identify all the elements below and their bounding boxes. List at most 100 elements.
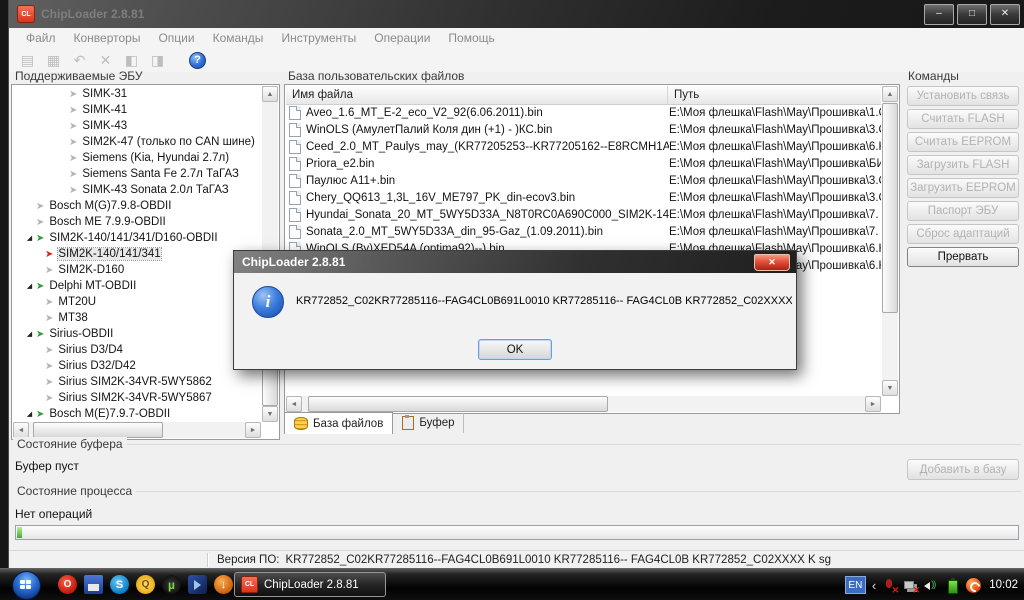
media-player-icon[interactable]: [188, 575, 207, 594]
opera-icon[interactable]: [58, 575, 77, 594]
tree-expander-icon[interactable]: ◢: [23, 234, 36, 242]
tree-item[interactable]: ➤SIM2K-D160: [13, 262, 261, 278]
scroll-left-arrow[interactable]: ◄: [13, 422, 29, 438]
scroll-up-arrow[interactable]: ▲: [882, 86, 898, 102]
tree-item[interactable]: ➤SIMK-43: [13, 118, 261, 134]
scroll-right-arrow[interactable]: ►: [865, 396, 881, 412]
table-row[interactable]: Priora_e2.binE:\Моя флешка\Flash\May\Про…: [286, 155, 881, 172]
menu-item[interactable]: Инструменты: [272, 31, 365, 45]
scroll-right-arrow[interactable]: ►: [245, 422, 261, 438]
download-manager-icon[interactable]: [214, 575, 233, 594]
command-button[interactable]: Установить связь: [907, 86, 1019, 106]
tree-expander-icon[interactable]: ◢: [23, 410, 36, 418]
scroll-down-arrow[interactable]: ▼: [262, 406, 278, 422]
write-chip-icon[interactable]: [149, 52, 166, 69]
minimize-button[interactable]: [924, 4, 954, 25]
tree-item-label: SIMK-43: [82, 120, 127, 132]
tree-item[interactable]: ➤Sirius SIM2K-34VR-5WY5867: [13, 390, 261, 406]
tree-expander-icon[interactable]: ◢: [23, 282, 36, 290]
menu-item[interactable]: Опции: [149, 31, 203, 45]
column-header-path[interactable]: Путь: [668, 86, 881, 104]
tree-item[interactable]: ➤Sirius D3/D4: [13, 342, 261, 358]
undo-icon[interactable]: [71, 52, 88, 69]
floppy-icon[interactable]: [84, 575, 103, 594]
tree-item[interactable]: ➤SIM2K-140/141/341: [13, 246, 261, 262]
tree-item[interactable]: ◢➤Bosch M(E)7.9.7-OBDII: [13, 406, 261, 421]
ok-button[interactable]: OK: [478, 339, 552, 360]
scrollbar-thumb[interactable]: [308, 396, 608, 412]
table-row[interactable]: Chery_QQ613_1,3L_16V_ME797_PK_din-ecov3.…: [286, 189, 881, 206]
tree-item[interactable]: ➤MT38: [13, 310, 261, 326]
column-header-name[interactable]: Имя файла: [286, 86, 668, 104]
table-row[interactable]: Aveo_1.6_MT_E-2_eco_V2_92(6.06.2011).bin…: [286, 104, 881, 121]
tree-item[interactable]: ➤Siemens (Kia, Hyundai 2.7л): [13, 150, 261, 166]
command-button[interactable]: Считать FLASH: [907, 109, 1019, 129]
tree-item-label: Sirius SIM2K-34VR-5WY5867: [58, 392, 211, 404]
scroll-down-arrow[interactable]: ▼: [882, 380, 898, 396]
tree-item[interactable]: ◢➤Sirius-OBDII: [13, 326, 261, 342]
read-chip-icon[interactable]: [123, 52, 140, 69]
table-row[interactable]: Паулюс А11+.binE:\Моя флешка\Flash\May\П…: [286, 172, 881, 189]
menu-item[interactable]: Помощь: [439, 31, 503, 45]
table-row[interactable]: Sonata_2.0_MT_5WY5D33A_din_95-Gaz_(1.09.…: [286, 223, 881, 240]
menu-item[interactable]: Операции: [365, 31, 439, 45]
files-vertical-scrollbar[interactable]: ▲ ▼: [882, 86, 898, 396]
tree-item[interactable]: ➤Siemens Santa Fe 2.7л ТаГАЗ: [13, 166, 261, 182]
tree-item[interactable]: ➤SIM2K-47 (только по CAN шине): [13, 134, 261, 150]
volume-icon[interactable]: [924, 578, 939, 593]
command-button[interactable]: Загрузить FLASH: [907, 155, 1019, 175]
tree-item[interactable]: ◢➤Delphi MT-OBDII: [13, 278, 261, 294]
tree-item[interactable]: ➤Bosch ME 7.9.9-OBDII: [13, 214, 261, 230]
start-button[interactable]: [12, 571, 41, 600]
network-disconnected-icon[interactable]: [903, 578, 918, 593]
antivirus-icon[interactable]: [966, 578, 981, 593]
scrollbar-thumb[interactable]: [33, 422, 163, 438]
menu-item[interactable]: Команды: [204, 31, 273, 45]
tree-item[interactable]: ➤Bosch M(G)7.9.8-OBDII: [13, 198, 261, 214]
skype-icon[interactable]: [110, 575, 129, 594]
help-icon[interactable]: [189, 52, 206, 69]
open-icon[interactable]: [19, 52, 36, 69]
command-button[interactable]: Считать EEPROM: [907, 132, 1019, 152]
tree-horizontal-scrollbar[interactable]: ◄ ►: [13, 422, 261, 438]
save-icon[interactable]: [45, 52, 62, 69]
tab-inactive[interactable]: Буфер: [393, 413, 464, 433]
battery-icon[interactable]: [945, 578, 960, 593]
tree-item[interactable]: ➤SIMK-41: [13, 102, 261, 118]
close-button[interactable]: [990, 4, 1020, 25]
taskbar-app-button[interactable]: CL ChipLoader 2.8.81: [234, 572, 386, 597]
file-name: Priora_e2.bin: [306, 158, 669, 170]
tree-item[interactable]: ➤SIMK-31: [13, 86, 261, 102]
qip-icon[interactable]: [136, 575, 155, 594]
menu-item[interactable]: Файл: [17, 31, 65, 45]
mic-muted-icon[interactable]: [882, 578, 897, 593]
tree-expander-icon[interactable]: ◢: [23, 330, 36, 338]
red-arrow: ➤: [45, 249, 53, 260]
menu-item[interactable]: Конверторы: [65, 31, 150, 45]
utorrent-icon[interactable]: [162, 575, 181, 594]
scroll-up-arrow[interactable]: ▲: [262, 86, 278, 102]
scroll-left-arrow[interactable]: ◄: [286, 396, 302, 412]
table-row[interactable]: Ceed_2.0_MT_Paulys_may_(KR77205253--KR77…: [286, 138, 881, 155]
tray-collapse-chevron[interactable]: ‹: [872, 578, 876, 593]
file-icon: [289, 174, 301, 188]
scrollbar-thumb[interactable]: [882, 103, 898, 313]
tree-item[interactable]: ➤SIMK-43 Sonata 2.0л ТаГАЗ: [13, 182, 261, 198]
command-button[interactable]: Загрузить EEPROM: [907, 178, 1019, 198]
table-row[interactable]: WinOLS (АмулетПалий Коля дин (+1) - )КС.…: [286, 121, 881, 138]
add-to-database-button[interactable]: Добавить в базу: [907, 459, 1019, 480]
dialog-close-icon[interactable]: ✕: [754, 254, 790, 271]
tree-item[interactable]: ➤MT20U: [13, 294, 261, 310]
files-horizontal-scrollbar[interactable]: ◄ ►: [286, 396, 881, 412]
command-button[interactable]: Сброс адаптаций: [907, 224, 1019, 244]
table-row[interactable]: Hyundai_Sonata_20_MT_5WY5D33A_N8T0RC0A69…: [286, 206, 881, 223]
language-indicator[interactable]: EN: [845, 576, 866, 594]
tree-item[interactable]: ◢➤SIM2K-140/141/341/D160-OBDII: [13, 230, 261, 246]
tab-active[interactable]: База файлов: [284, 412, 393, 434]
tree-item[interactable]: ➤Sirius D32/D42: [13, 358, 261, 374]
command-button[interactable]: Паспорт ЭБУ: [907, 201, 1019, 221]
maximize-button[interactable]: [957, 4, 987, 25]
tools-icon[interactable]: [97, 52, 114, 69]
tree-item[interactable]: ➤Sirius SIM2K-34VR-5WY5862: [13, 374, 261, 390]
command-button[interactable]: Прервать: [907, 247, 1019, 267]
